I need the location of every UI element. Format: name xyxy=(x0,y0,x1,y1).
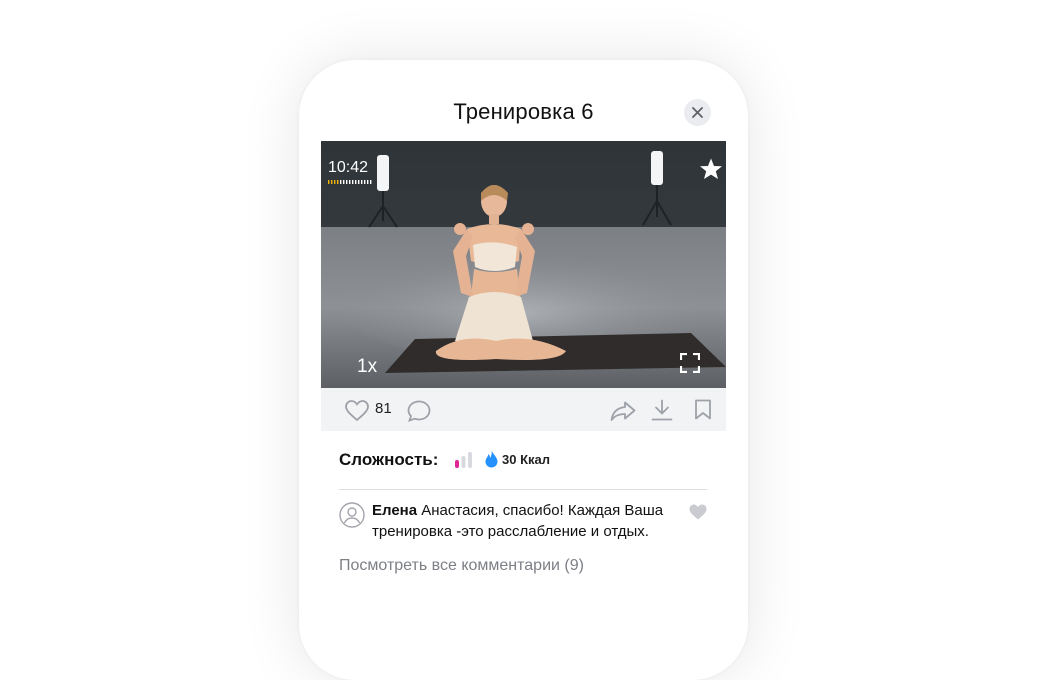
video-frame xyxy=(321,141,726,388)
calories-drop-icon xyxy=(485,450,498,468)
fullscreen-icon[interactable] xyxy=(680,353,700,373)
action-bar: 81 xyxy=(321,388,726,431)
comment-text: Елена Анастасия, спасибо! Каждая Ваша тр… xyxy=(372,500,672,542)
bookmark-icon[interactable] xyxy=(694,399,712,420)
download-icon[interactable] xyxy=(651,399,673,421)
likes-count: 81 xyxy=(375,400,392,417)
playback-speed-button[interactable]: 1x xyxy=(357,356,377,378)
like-heart-icon[interactable] xyxy=(345,400,369,421)
close-icon xyxy=(692,107,703,118)
difficulty-label: Сложность: xyxy=(339,450,439,469)
comment-author[interactable]: Елена xyxy=(372,502,417,519)
view-all-comments-link[interactable]: Посмотреть все комментарии (9) xyxy=(339,557,584,575)
progress-indicator xyxy=(328,180,372,184)
divider xyxy=(339,489,707,490)
page-title: Тренировка 6 xyxy=(453,99,594,124)
difficulty-bars-icon xyxy=(455,452,472,468)
comment-icon[interactable] xyxy=(407,400,431,422)
workout-screen: Тренировка 6 10:42 1x 81 Сложность: 30 К… xyxy=(321,82,726,642)
avatar-icon[interactable] xyxy=(339,502,365,528)
video-duration: 10:42 xyxy=(328,159,369,176)
share-icon[interactable] xyxy=(610,401,636,421)
close-button[interactable] xyxy=(684,99,711,126)
video-player[interactable]: 10:42 1x xyxy=(321,141,726,388)
comment-like-icon[interactable] xyxy=(689,504,707,520)
workout-info: Сложность: 30 Ккал xyxy=(339,450,719,472)
favorite-star-icon[interactable] xyxy=(699,157,723,181)
calories-value: 30 Ккал xyxy=(502,452,551,467)
